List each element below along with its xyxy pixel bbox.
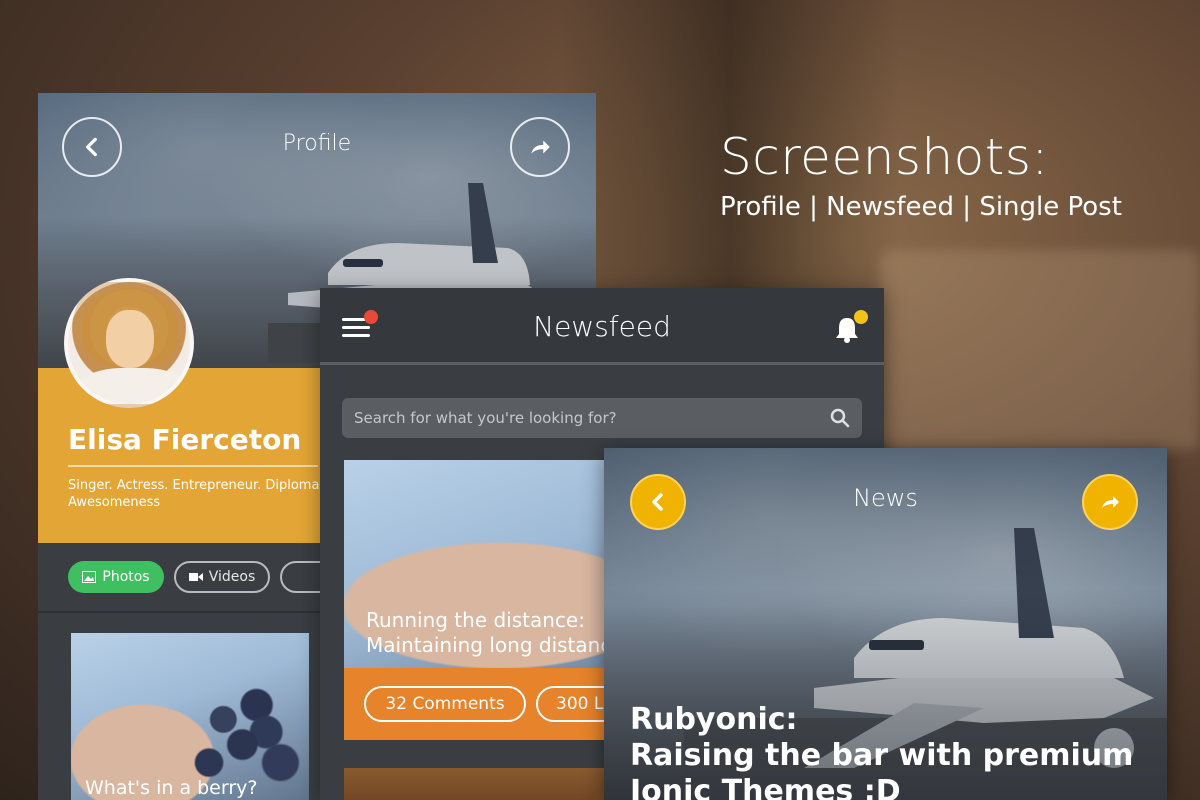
- hero-title: Screenshots:: [720, 128, 1049, 186]
- search-input[interactable]: Search for what you're looking for?: [342, 398, 862, 438]
- tab-photos-label: Photos: [102, 569, 150, 585]
- newsfeed-header: Newsfeed: [320, 288, 884, 365]
- tab-photos[interactable]: Photos: [68, 561, 164, 593]
- share-icon: [531, 140, 550, 154]
- profile-name: Elisa Fierceton: [68, 423, 302, 456]
- background-highlight: [880, 250, 1200, 450]
- video-icon: [188, 573, 203, 581]
- tab-videos[interactable]: Videos: [174, 561, 270, 593]
- share-button[interactable]: [510, 117, 570, 177]
- profile-post-card[interactable]: What's in a berry?: [71, 633, 309, 800]
- avatar[interactable]: [64, 278, 194, 408]
- name-divider: [68, 465, 318, 467]
- news-headline: Rubyonic: Raising the bar with premium I…: [630, 702, 1134, 800]
- newsfeed-post-title: Running the distance: Maintaining long d…: [366, 608, 624, 657]
- share-icon: [1102, 496, 1119, 508]
- search-icon[interactable]: [830, 408, 850, 428]
- image-icon: [82, 571, 97, 583]
- comments-button[interactable]: 32 Comments: [364, 686, 526, 722]
- search-placeholder: Search for what you're looking for?: [354, 409, 617, 427]
- profile-bio: Singer. Actress. Entrepreneur. Diploma A…: [68, 478, 320, 510]
- profile-post-caption: What's in a berry?: [85, 777, 258, 799]
- news-share-button[interactable]: [1082, 474, 1138, 530]
- tab-videos-label: Videos: [208, 569, 256, 585]
- newsfeed-title: Newsfeed: [533, 310, 671, 343]
- bell-notification-badge: [854, 310, 868, 324]
- hero-subtitle: Profile | Newsfeed | Single Post: [720, 192, 1122, 222]
- news-screen: News Rubyonic: Raising the bar with prem…: [604, 448, 1167, 800]
